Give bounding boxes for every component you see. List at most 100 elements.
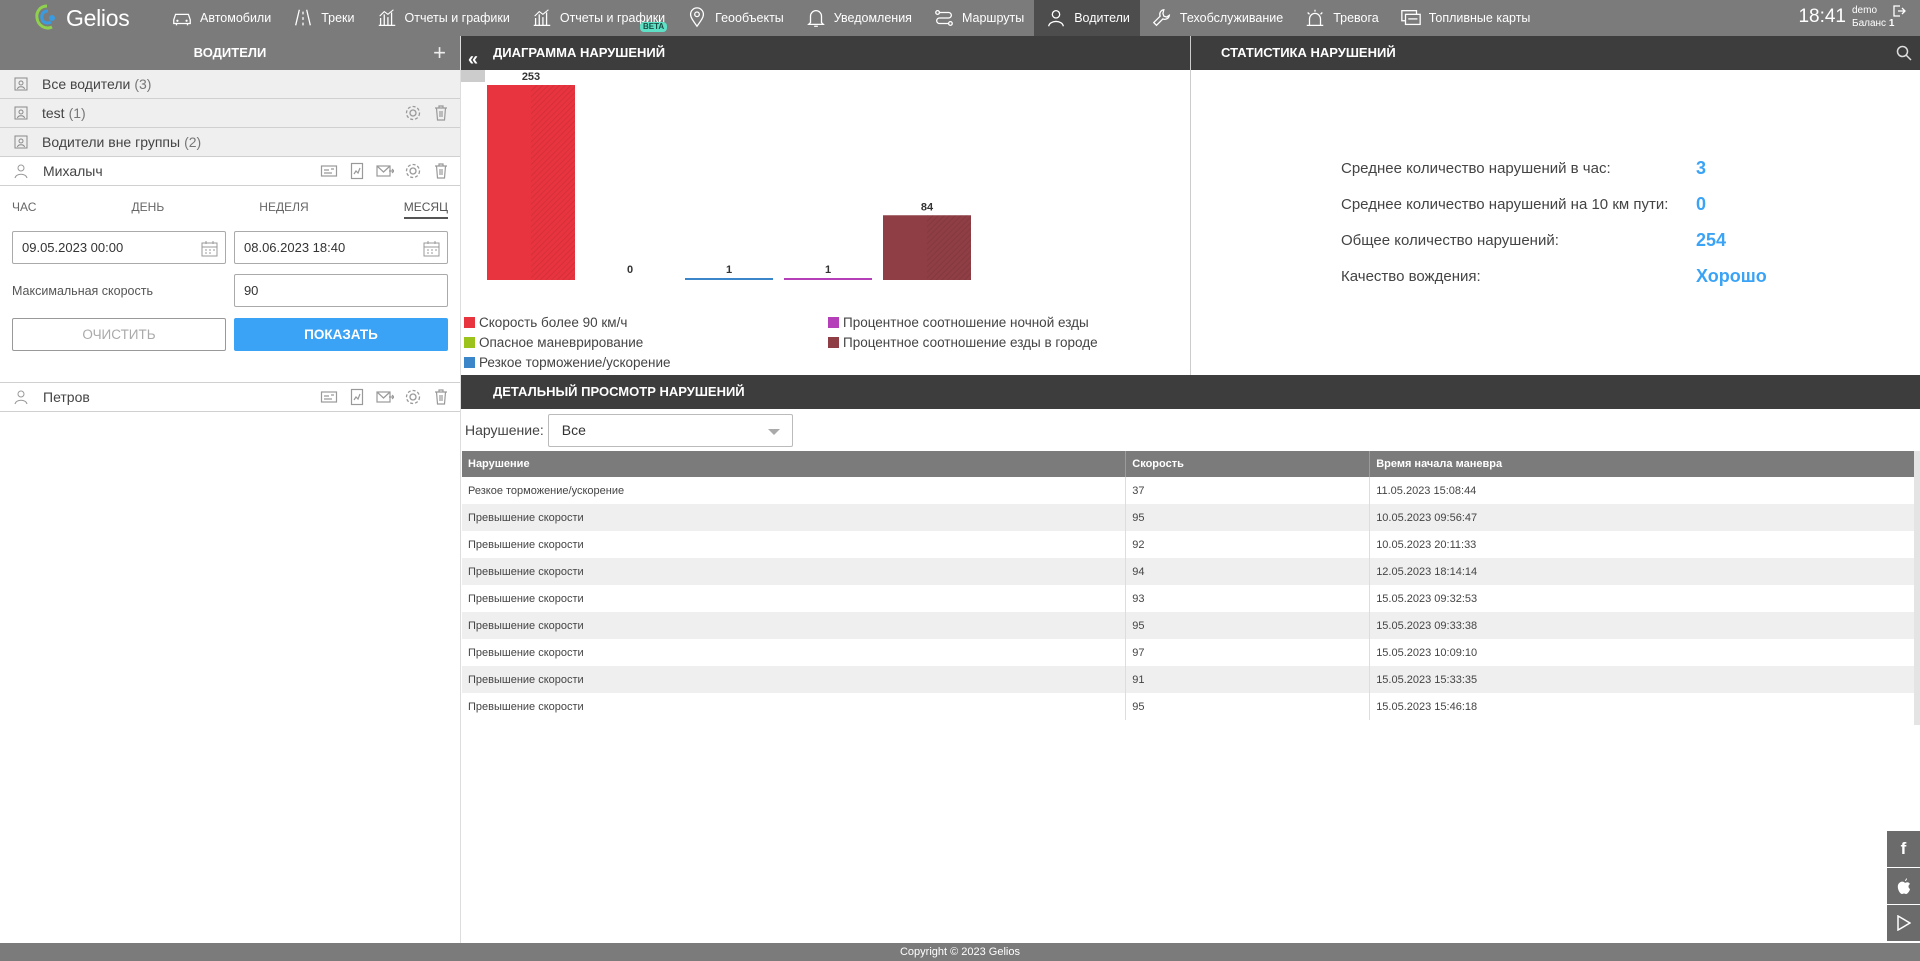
search-button[interactable] bbox=[1887, 36, 1920, 70]
nav-item-9[interactable]: Тревога bbox=[1293, 0, 1389, 36]
chart-bar-3[interactable]: 1 bbox=[784, 264, 872, 280]
nav-item-0[interactable]: Автомобили bbox=[160, 0, 281, 36]
alarm-icon bbox=[1306, 9, 1324, 26]
gear-icon[interactable] bbox=[404, 104, 422, 122]
table-row[interactable]: Превышение скорости 93 15.05.2023 09:32:53 bbox=[462, 585, 1919, 612]
road-icon bbox=[295, 9, 312, 26]
report-icon[interactable] bbox=[348, 162, 366, 180]
clear-button[interactable]: ОЧИСТИТЬ bbox=[12, 318, 226, 351]
table-row[interactable]: Превышение скорости 94 12.05.2023 18:14:14 bbox=[462, 558, 1919, 585]
trash-icon[interactable] bbox=[432, 162, 450, 180]
legend-item-2[interactable]: Опасное маневрирование bbox=[464, 335, 643, 350]
add-driver-button[interactable]: + bbox=[433, 36, 446, 70]
filter-value: Все bbox=[561, 422, 586, 438]
nav-item-label: Водители bbox=[1074, 11, 1130, 25]
cell-start-time: 15.05.2023 15:33:35 bbox=[1369, 666, 1919, 693]
legend-item-0[interactable]: Скорость более 90 км/ч bbox=[464, 315, 627, 330]
chart-bar-4[interactable]: 84 bbox=[883, 201, 971, 280]
nav-item-7[interactable]: Водители bbox=[1034, 0, 1140, 36]
form-buttons: ОЧИСТИТЬ ПОКАЗАТЬ bbox=[0, 318, 460, 351]
table-scrollbar[interactable] bbox=[1914, 451, 1920, 725]
send-message-icon[interactable] bbox=[376, 388, 394, 406]
search-icon bbox=[1896, 45, 1912, 61]
nav-item-3[interactable]: Отчеты и графики BETA bbox=[520, 0, 675, 36]
stat-label: Среднее количество нарушений в час: bbox=[1341, 160, 1611, 177]
cell-violation: Превышение скорости bbox=[462, 639, 1127, 666]
nav-item-8[interactable]: Техобслуживание bbox=[1140, 0, 1293, 36]
tab-day[interactable]: ДЕНЬ bbox=[132, 200, 165, 219]
table-row[interactable]: Резкое торможение/ускорение 37 11.05.2023 … bbox=[462, 477, 1919, 504]
stat-row: Среднее количество нарушений на 10 км пу… bbox=[1341, 194, 1706, 215]
chart-bar-0[interactable]: 253 bbox=[487, 71, 575, 280]
calendar-icon[interactable] bbox=[423, 240, 440, 257]
trash-icon[interactable] bbox=[432, 388, 450, 406]
gear-icon[interactable] bbox=[404, 388, 422, 406]
user-icon bbox=[14, 390, 28, 405]
tab-hour[interactable]: ЧАС bbox=[12, 200, 36, 219]
max-speed-input[interactable]: 90 bbox=[233, 274, 448, 307]
logo[interactable]: Gelios bbox=[0, 0, 160, 36]
trash-icon[interactable] bbox=[432, 104, 450, 122]
send-message-icon[interactable] bbox=[376, 162, 394, 180]
nav-item-6[interactable]: Маршруты bbox=[922, 0, 1034, 36]
bar-rect[interactable] bbox=[685, 278, 773, 280]
nav-item-label: Техобслуживание bbox=[1179, 11, 1284, 25]
violations-stats-panel: СТАТИСТИКА НАРУШЕНИЙ Среднее количество … bbox=[1191, 36, 1887, 375]
apple-icon[interactable] bbox=[1887, 868, 1920, 904]
nav-item-4[interactable]: Геообъекты bbox=[675, 0, 794, 36]
google-play-icon[interactable] bbox=[1887, 905, 1920, 941]
gear-icon[interactable] bbox=[404, 162, 422, 180]
driver-row-mikhalych[interactable]: Михалыч bbox=[0, 157, 460, 186]
chart-bar-1[interactable]: 0 bbox=[627, 264, 633, 276]
drivers-panel: ВОДИТЕЛИ + Все водители (3) test (1) Водит… bbox=[0, 36, 461, 943]
chart-bar-2[interactable]: 1 bbox=[685, 264, 773, 280]
tab-month[interactable]: МЕСЯЦ bbox=[403, 200, 448, 219]
table-row[interactable]: Превышение скорости 97 15.05.2023 10:09:10 bbox=[462, 639, 1919, 666]
column-header-speed[interactable]: Скорость bbox=[1125, 451, 1371, 477]
show-button[interactable]: ПОКАЗАТЬ bbox=[234, 318, 448, 351]
table-row[interactable]: Превышение скорости 92 10.05.2023 20:11:33 bbox=[462, 531, 1919, 558]
legend-label: Опасное маневрирование bbox=[479, 335, 644, 350]
legend-item-4[interactable]: Резкое торможение/ускорение bbox=[464, 355, 671, 370]
table-row[interactable]: Превышение скорости 95 15.05.2023 09:33:38 bbox=[462, 612, 1919, 639]
report-icon[interactable] bbox=[348, 388, 366, 406]
stat-value: Хорошо bbox=[1696, 266, 1767, 286]
clock: 18:41 bbox=[1798, 6, 1846, 27]
nav-item-2[interactable]: Отчеты и графики bbox=[365, 0, 520, 36]
group-row-ungrouped[interactable]: Водители вне группы (2) bbox=[0, 128, 460, 157]
legend-label: Процентное соотношение ночной езды bbox=[843, 315, 1089, 330]
group-row-all[interactable]: Все водители (3) bbox=[0, 70, 460, 99]
violation-type-select[interactable]: Все bbox=[547, 413, 793, 447]
cell-violation: Превышение скорости bbox=[462, 693, 1127, 720]
user-box[interactable]: demo Баланс 1 bbox=[1852, 4, 1906, 30]
nav-item-5[interactable]: Уведомления bbox=[794, 0, 922, 36]
nav-item-10[interactable]: Топливные карты bbox=[1389, 0, 1541, 36]
balance-label: Баланс bbox=[1852, 18, 1887, 29]
id-card-icon[interactable] bbox=[320, 162, 338, 180]
legend-item-3[interactable]: Процентное соотношение езды в городе bbox=[828, 335, 1098, 350]
driver-row-petrov[interactable]: Петров bbox=[0, 383, 460, 412]
nav-item-1[interactable]: Треки bbox=[281, 0, 364, 36]
facebook-icon[interactable]: f bbox=[1887, 831, 1920, 867]
tab-week[interactable]: НЕДЕЛЯ bbox=[259, 200, 308, 219]
table-row[interactable]: Превышение скорости 91 15.05.2023 15:33:35 bbox=[462, 666, 1919, 693]
group-icon bbox=[14, 106, 28, 120]
violations-table: Нарушение Скорость Время начала маневра … bbox=[462, 451, 1919, 720]
group-count: (3) bbox=[134, 76, 152, 92]
column-header-violation[interactable]: Нарушение bbox=[462, 451, 1127, 477]
play-glyph bbox=[1896, 915, 1911, 931]
logout-icon[interactable] bbox=[1892, 4, 1906, 18]
id-card-icon[interactable] bbox=[320, 388, 338, 406]
nav-item-label: Треки bbox=[321, 11, 355, 25]
collapse-handle bbox=[461, 70, 485, 82]
date-to-input[interactable]: 08.06.2023 18:40 bbox=[234, 231, 448, 264]
legend-item-1[interactable]: Процентное соотношение ночной езды bbox=[828, 315, 1089, 330]
bar-rect[interactable] bbox=[784, 278, 872, 280]
group-row-test[interactable]: test (1) bbox=[0, 99, 460, 128]
table-row[interactable]: Превышение скорости 95 10.05.2023 09:56:47 bbox=[462, 504, 1919, 531]
logo-text: Gelios bbox=[66, 4, 130, 31]
table-row[interactable]: Превышение скорости 95 15.05.2023 15:46:18 bbox=[462, 693, 1919, 720]
date-from-input[interactable]: 09.05.2023 00:00 bbox=[12, 231, 226, 264]
calendar-icon[interactable] bbox=[201, 240, 218, 257]
column-header-start-time[interactable]: Время начала маневра bbox=[1369, 451, 1919, 477]
